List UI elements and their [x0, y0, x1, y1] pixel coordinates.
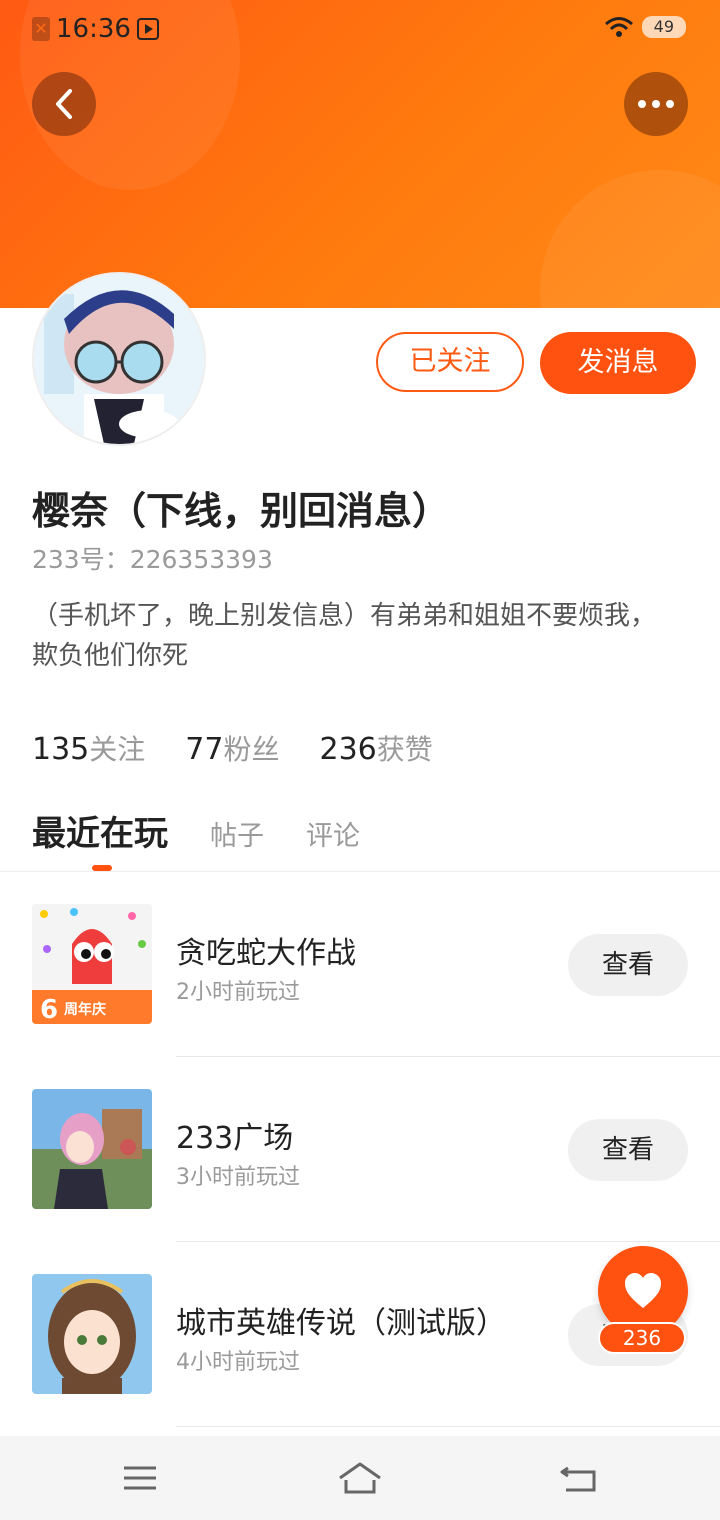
- game-name: 233广场: [176, 1121, 294, 1156]
- stat-following[interactable]: 135关注: [32, 728, 145, 768]
- stat-likes[interactable]: 236获赞: [319, 728, 432, 768]
- stat-following-count: 135: [32, 732, 90, 767]
- more-dots-icon: [638, 100, 674, 108]
- menu-icon[interactable]: [122, 1458, 158, 1498]
- system-nav-bar: [0, 1436, 720, 1520]
- view-game-button[interactable]: 查看: [568, 934, 688, 996]
- profile-tabs: 最近在玩 帖子 评论: [32, 806, 402, 855]
- send-message-button[interactable]: 发消息: [540, 332, 696, 394]
- back-button[interactable]: [32, 72, 96, 136]
- return-icon[interactable]: [560, 1458, 600, 1498]
- stat-likes-count: 236: [319, 732, 377, 767]
- like-count-badge: 236: [598, 1322, 686, 1354]
- tab-comments[interactable]: 评论: [306, 814, 360, 853]
- avatar-illustration: [34, 274, 204, 444]
- divider: [176, 1426, 720, 1427]
- more-options-button[interactable]: [624, 72, 688, 136]
- followed-button[interactable]: 已关注: [376, 332, 524, 392]
- notification-icon: ✕: [32, 17, 50, 41]
- wifi-icon: [604, 17, 633, 37]
- game-thumbnail: 6 周年庆: [32, 904, 152, 1024]
- game-last-played: 3小时前玩过: [176, 1165, 300, 1190]
- tab-posts[interactable]: 帖子: [210, 814, 264, 853]
- profile-stats: 135关注 77粉丝 236获赞: [32, 728, 433, 768]
- stat-likes-label: 获赞: [376, 733, 433, 766]
- game-name: 贪吃蛇大作战: [176, 936, 356, 971]
- game-last-played: 4小时前玩过: [176, 1350, 300, 1375]
- stat-following-label: 关注: [89, 733, 146, 766]
- status-bar: ✕ 16:36 49: [0, 0, 720, 56]
- status-time: 16:36: [56, 14, 131, 44]
- back-chevron-icon: [56, 89, 72, 119]
- svg-text:6: 6: [40, 995, 58, 1024]
- media-icon: [136, 18, 159, 40]
- game-list-item[interactable]: 233广场 3小时前玩过 查看: [0, 1057, 720, 1242]
- stat-fans-count: 77: [185, 732, 224, 767]
- game-last-played: 2小时前玩过: [176, 980, 300, 1005]
- profile-bio: （手机坏了，晚上别发信息）有弟弟和姐姐不要烦我，欺负他们你死: [32, 601, 657, 671]
- game-list-item[interactable]: 6 周年庆 贪吃蛇大作战 2小时前玩过 查看: [0, 872, 720, 1057]
- battery-indicator: 49: [641, 16, 686, 38]
- home-icon[interactable]: [336, 1458, 384, 1498]
- game-thumbnail: [32, 1089, 152, 1209]
- avatar[interactable]: [34, 274, 204, 444]
- tab-recently-played[interactable]: 最近在玩: [32, 806, 168, 855]
- profile-name: 樱奈（下线，别回消息）: [32, 489, 451, 533]
- profile-uid: 233号：226353393: [32, 545, 273, 574]
- stat-fans-label: 粉丝: [223, 733, 280, 766]
- banner-decoration: [540, 170, 720, 308]
- view-game-button[interactable]: 查看: [568, 1119, 688, 1181]
- game-badge: 周年庆: [64, 1001, 106, 1018]
- stat-fans[interactable]: 77粉丝: [185, 728, 279, 768]
- profile-header-banner: ✕ 16:36 49: [0, 0, 720, 308]
- game-name: 城市英雄传说（测试版）: [176, 1306, 506, 1341]
- game-thumbnail: [32, 1274, 152, 1394]
